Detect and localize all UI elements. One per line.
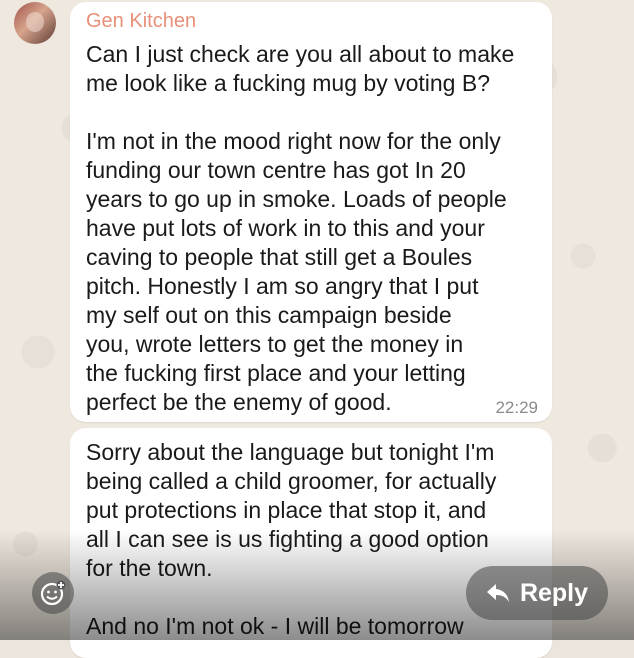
sender-avatar[interactable] <box>14 2 56 44</box>
message-bubble[interactable]: Sorry about the language but tonight I'm… <box>70 428 552 658</box>
reply-arrow-icon <box>486 584 509 602</box>
sender-name[interactable]: Gen Kitchen <box>86 10 196 33</box>
reply-label: Reply <box>519 578 589 607</box>
message-text: Sorry about the language but tonight I'm… <box>86 439 497 639</box>
react-button[interactable] <box>32 572 74 614</box>
message-timestamp: 22:29 <box>495 398 538 417</box>
reply-button[interactable]: Reply <box>466 566 608 620</box>
message-bubble[interactable]: Gen Kitchen Can I just check are you all… <box>70 2 552 422</box>
emoji-add-icon <box>40 580 66 606</box>
message-text: Can I just check are you all about to ma… <box>86 41 515 415</box>
